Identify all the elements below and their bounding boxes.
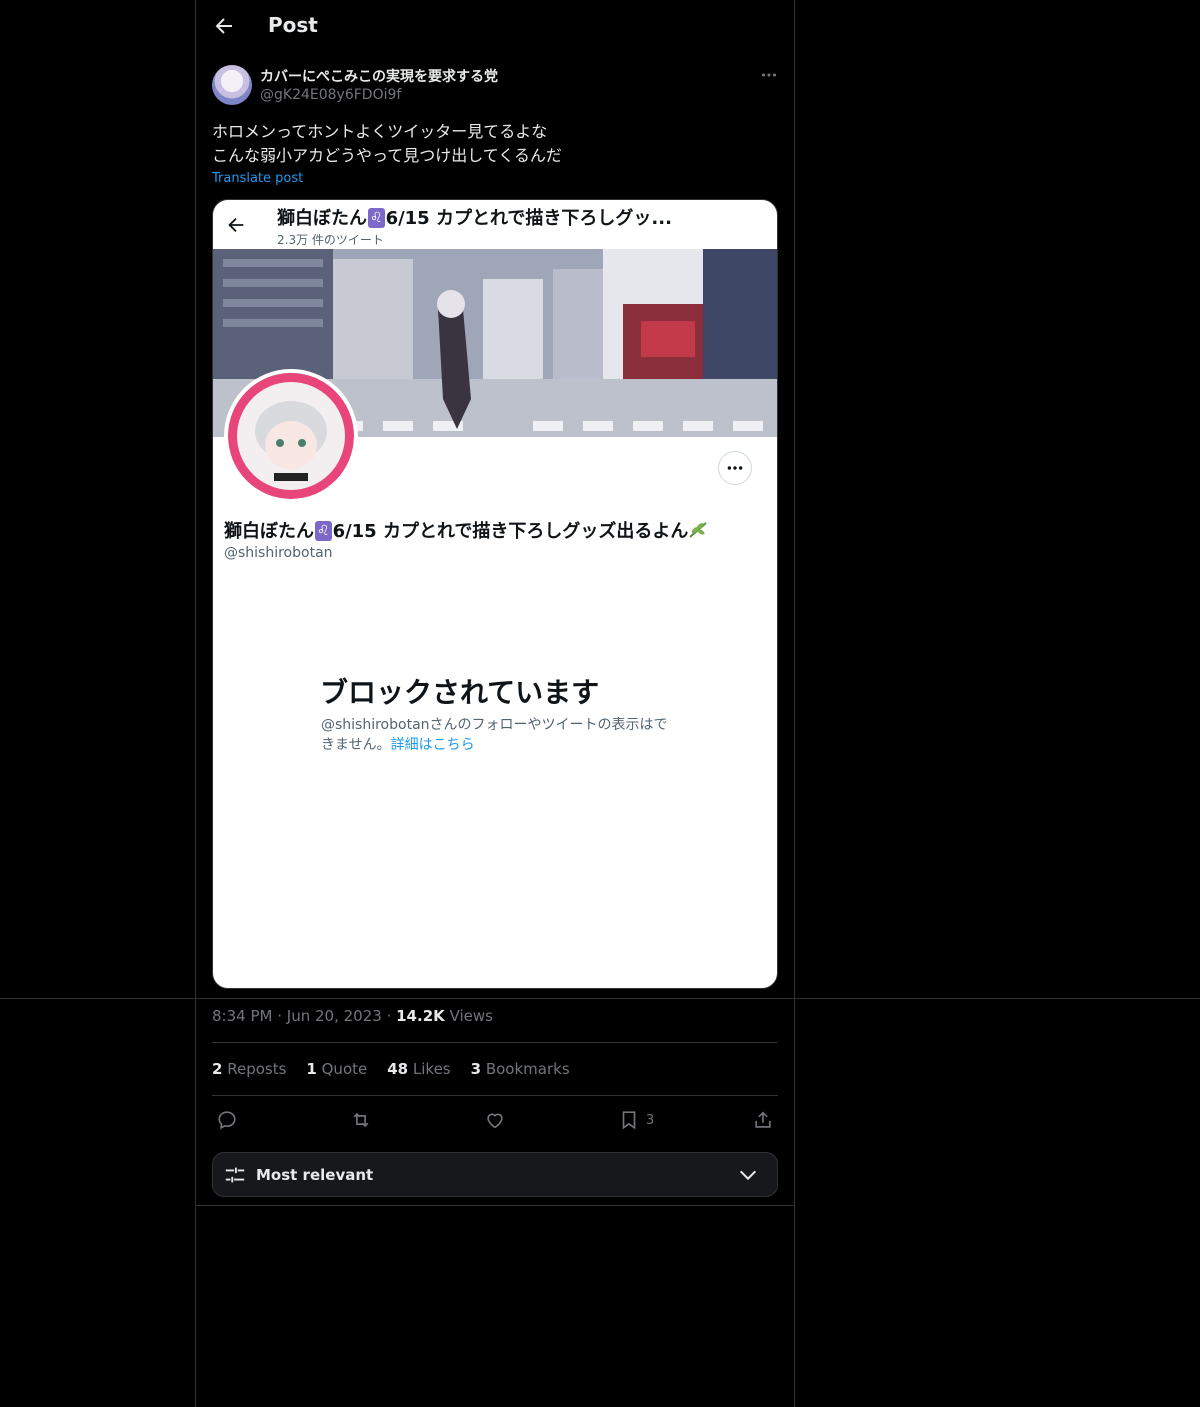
views-label: Views <box>449 1007 493 1025</box>
like-button[interactable] <box>484 1108 506 1132</box>
bookmark-icon <box>622 1111 636 1130</box>
bookmark-button[interactable]: 3 <box>618 1108 654 1132</box>
like-icon <box>487 1113 503 1129</box>
reply-button[interactable] <box>216 1108 238 1132</box>
back-arrow-icon <box>228 217 244 233</box>
replies-sort-dropdown[interactable]: Most relevant <box>212 1152 778 1197</box>
reposts-stat[interactable]: 2 Reposts <box>212 1060 286 1078</box>
share-button[interactable] <box>752 1108 774 1132</box>
chevron-down-icon <box>739 1170 757 1181</box>
post-text: ホロメンってホントよくツイッター見てるよな こんな弱小アカどうやって見つけ出して… <box>212 122 562 165</box>
embedded-title: 獅白ぼたん ♌ 6/15 カプとれで描き下ろしグッ... <box>277 208 672 229</box>
divider <box>212 1095 778 1096</box>
likes-stat[interactable]: 48 Likes <box>387 1060 450 1078</box>
divider <box>212 1042 778 1043</box>
profile-avatar <box>224 369 358 503</box>
author-handle[interactable]: @gK24E08y6FDOi9f <box>260 87 401 103</box>
author-name[interactable]: カバーにぺこみこの実現を要求する党 <box>260 66 498 86</box>
repost-icon <box>353 1112 369 1128</box>
sort-label: Most relevant <box>256 1166 374 1184</box>
embedded-profile-name: 獅白ぼたん ♌ 6/15 カプとれで描き下ろしグッズ出るよん <box>224 517 710 543</box>
details-link: 詳細はこちら <box>390 737 475 753</box>
blocked-title: ブロックされています <box>320 676 600 709</box>
repost-button[interactable] <box>350 1108 372 1132</box>
sliders-icon <box>225 1167 245 1183</box>
more-icon[interactable] <box>758 64 780 86</box>
leaf-icon <box>689 522 708 538</box>
translate-link[interactable]: Translate post <box>212 171 303 186</box>
bookmarks-stat[interactable]: 3 Bookmarks <box>471 1060 570 1078</box>
post-image[interactable]: 獅白ぼたん♌6/15 カプとれで描き下ろしグッ... 2.3万 件のツイート <box>212 199 778 989</box>
divider <box>195 1205 795 1206</box>
post-time[interactable]: 8:34 PM <box>212 1007 272 1025</box>
page-title: Post <box>268 13 318 37</box>
post-meta: 8:34 PM · Jun 20, 2023 · 14.2K Views <box>212 1007 493 1025</box>
reply-icon <box>218 1111 236 1130</box>
embedded-profile-handle: @shishirobotan <box>224 545 333 561</box>
share-icon <box>755 1111 771 1128</box>
bookmark-count: 3 <box>646 1112 655 1128</box>
views-count: 14.2K <box>396 1007 445 1025</box>
embedded-tweet-count: 2.3万 件のツイート <box>277 233 384 247</box>
divider <box>0 998 1200 999</box>
back-arrow-icon[interactable] <box>212 14 236 38</box>
blocked-description: @shishirobotanさんのフォローやツイートの表示はできません。詳細はこ… <box>321 717 668 753</box>
post-date[interactable]: Jun 20, 2023 <box>287 1007 382 1025</box>
post-stats: 2 Reposts 1 Quote 48 Likes 3 Bookmarks <box>212 1060 570 1078</box>
quotes-stat[interactable]: 1 Quote <box>306 1060 367 1078</box>
more-icon <box>718 451 752 485</box>
avatar[interactable] <box>212 65 252 105</box>
